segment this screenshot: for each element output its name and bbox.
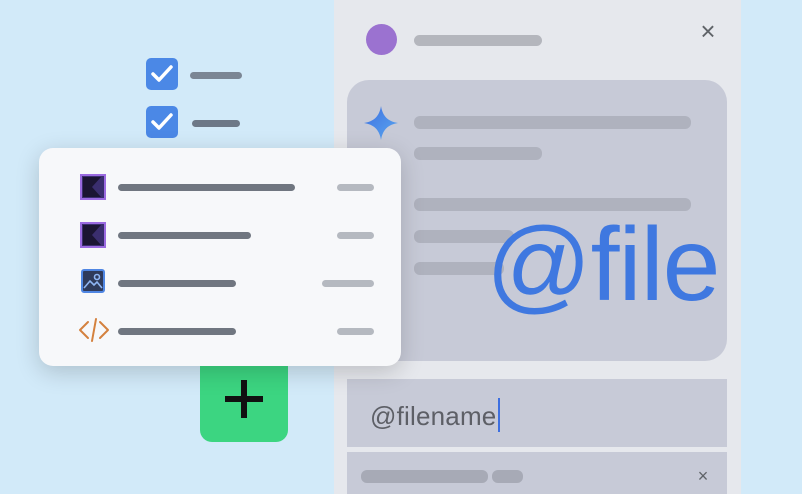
checkbox-1[interactable] bbox=[146, 58, 178, 90]
file-item-3[interactable] bbox=[81, 269, 107, 295]
file-item-1-meta bbox=[337, 184, 374, 191]
remove-attachment-icon[interactable]: × bbox=[694, 467, 712, 485]
message-line-1 bbox=[414, 116, 691, 129]
avatar bbox=[366, 24, 397, 55]
chat-title-placeholder bbox=[414, 35, 542, 46]
code-file-icon bbox=[79, 318, 109, 342]
checklist-item-2-placeholder bbox=[192, 120, 240, 127]
file-item-2-name bbox=[118, 232, 251, 239]
close-icon[interactable]: × bbox=[695, 18, 721, 44]
attachment-chip-meta bbox=[492, 470, 523, 483]
message-line-2 bbox=[414, 147, 542, 160]
add-button[interactable] bbox=[200, 356, 288, 442]
file-item-1[interactable] bbox=[80, 174, 106, 200]
chat-input-text: @filename bbox=[370, 401, 497, 431]
text-caret bbox=[498, 398, 501, 432]
checkbox-2[interactable] bbox=[146, 106, 178, 138]
check-icon bbox=[151, 113, 173, 130]
plus-icon-stem bbox=[241, 380, 247, 418]
kotlin-file-icon bbox=[80, 174, 106, 200]
checklist-item-1-placeholder bbox=[190, 72, 242, 79]
sparkle-icon bbox=[364, 106, 398, 140]
kotlin-file-icon bbox=[80, 222, 106, 248]
file-item-4-meta bbox=[337, 328, 374, 335]
file-item-4-name bbox=[118, 328, 236, 335]
chat-input-value[interactable]: @filename bbox=[370, 398, 501, 432]
image-file-icon bbox=[81, 269, 105, 293]
check-icon bbox=[151, 65, 173, 82]
file-item-4[interactable] bbox=[78, 316, 110, 344]
file-item-2-meta bbox=[337, 232, 374, 239]
file-mention-overlay: @file bbox=[486, 207, 721, 323]
file-item-3-meta bbox=[322, 280, 374, 287]
file-item-1-name bbox=[118, 184, 295, 191]
attachment-chip-name bbox=[361, 470, 488, 483]
file-item-3-name bbox=[118, 280, 236, 287]
file-item-2[interactable] bbox=[80, 222, 106, 248]
